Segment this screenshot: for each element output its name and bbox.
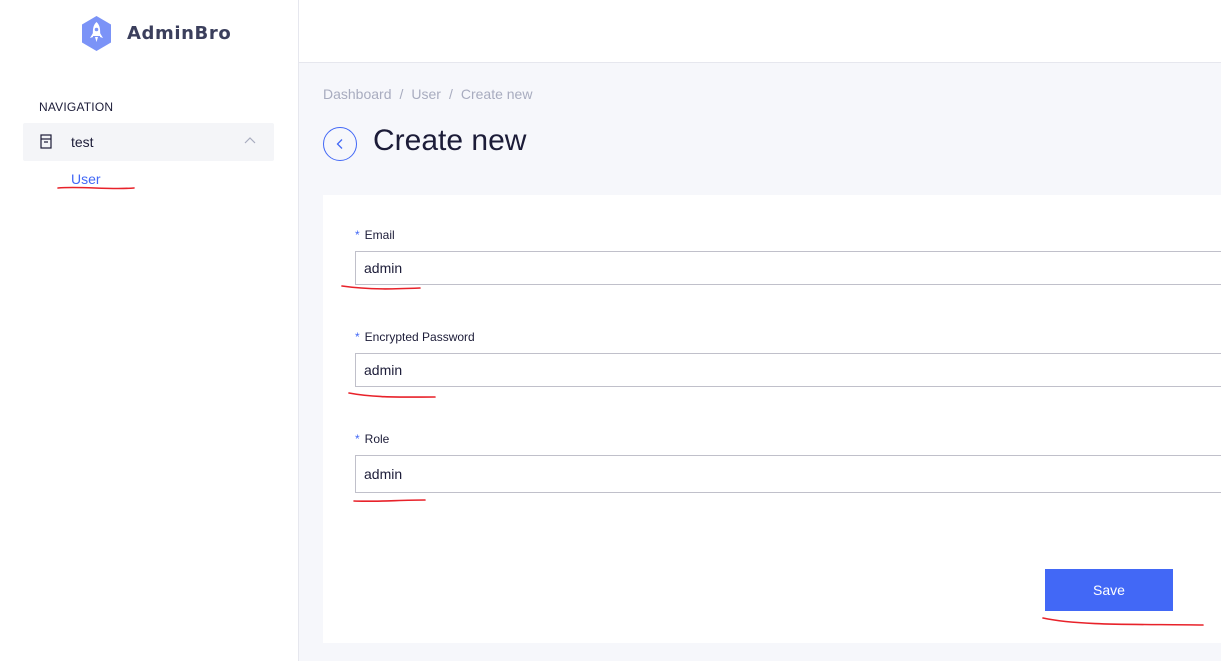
breadcrumb-separator: / [448,86,453,102]
required-marker: * [355,228,360,242]
breadcrumb-separator: / [399,86,404,102]
breadcrumb-current: Create new [460,86,533,102]
top-bar [299,0,1221,63]
sidebar: AdminBro NAVIGATION test User [0,0,299,661]
brand-logo[interactable]: AdminBro [78,15,231,52]
required-marker: * [355,330,360,344]
rocket-logo-icon [82,16,111,51]
email-label-text: Email [364,228,395,242]
brand-name: AdminBro [127,23,232,44]
sidebar-item-user[interactable]: User [71,171,101,187]
page-title: Create new [373,124,527,157]
breadcrumb-user[interactable]: User [411,86,441,102]
save-button[interactable]: Save [1045,569,1173,611]
navigation-heading: NAVIGATION [39,100,114,114]
encrypted-password-label-text: Encrypted Password [364,330,475,344]
email-field[interactable] [355,251,1221,285]
back-button[interactable] [323,127,357,161]
sidebar-group-test[interactable]: test [23,123,274,161]
email-label: * Email [355,228,395,242]
breadcrumb: Dashboard / User / Create new [323,86,532,102]
role-label: * Role [355,432,389,446]
encrypted-password-label: * Encrypted Password [355,330,475,344]
role-field[interactable] [355,455,1221,493]
role-label-text: Role [364,432,390,446]
required-marker: * [355,432,360,446]
folder-icon [40,134,52,149]
sidebar-group-label: test [71,134,94,150]
chevron-up-icon[interactable] [244,136,256,146]
breadcrumb-dashboard[interactable]: Dashboard [323,86,392,102]
encrypted-password-field[interactable] [355,353,1221,387]
chevron-left-icon [336,139,343,149]
